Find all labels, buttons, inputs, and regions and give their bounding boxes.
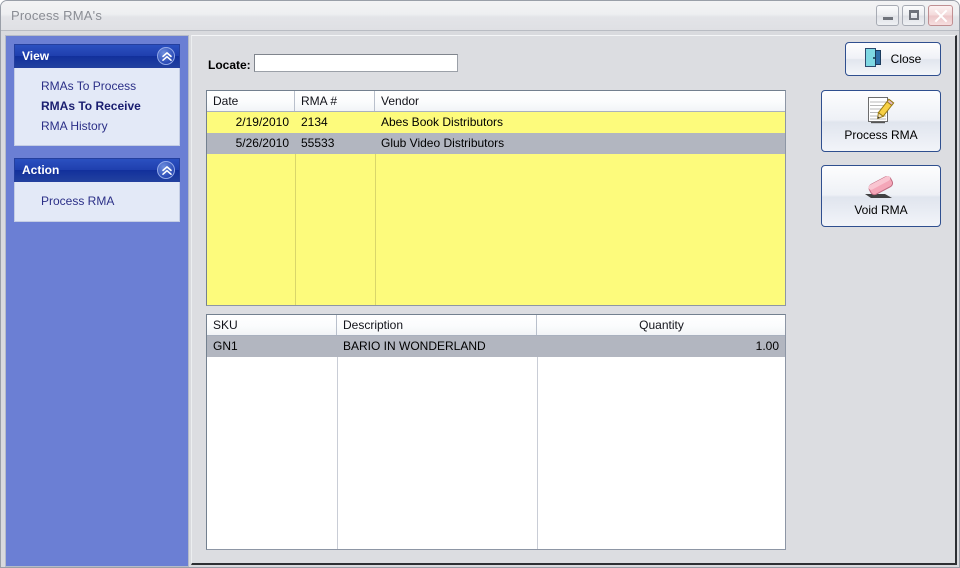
- table-row[interactable]: 2/19/2010 2134 Abes Book Distributors: [207, 112, 785, 133]
- panel-title-action: Action: [22, 163, 60, 177]
- locate-input[interactable]: [254, 54, 458, 72]
- void-rma-button[interactable]: Void RMA: [821, 165, 941, 227]
- panel-header-view[interactable]: View: [14, 44, 180, 68]
- cell-vendor: Glub Video Distributors: [381, 136, 505, 150]
- sidebar: View RMAs To Process RMAs To Receive RMA…: [5, 35, 189, 567]
- cell-sku: GN1: [213, 339, 238, 353]
- close-window-button[interactable]: [928, 5, 953, 26]
- column-header-sku[interactable]: SKU: [207, 315, 337, 335]
- items-grid-header: SKU Description Quantity: [207, 315, 785, 336]
- sidebar-panel-view: View RMAs To Process RMAs To Receive RMA…: [14, 44, 180, 146]
- cell-vendor: Abes Book Distributors: [381, 115, 504, 129]
- sidebar-item-process-rma[interactable]: Process RMA: [15, 191, 179, 211]
- column-divider: [295, 154, 296, 305]
- minimize-icon: [883, 17, 893, 20]
- rma-grid-header: Date RMA # Vendor: [207, 91, 785, 112]
- notepad-pencil-icon: [822, 95, 940, 127]
- process-rma-button-label: Process RMA: [844, 128, 918, 142]
- rma-grid[interactable]: Date RMA # Vendor 2/19/2010 2134 Abes Bo…: [206, 90, 786, 306]
- sidebar-item-rmas-to-receive[interactable]: RMAs To Receive: [15, 96, 179, 116]
- cell-date: 2/19/2010: [235, 115, 289, 129]
- rma-grid-body: 2/19/2010 2134 Abes Book Distributors 5/…: [207, 112, 785, 305]
- window-title: Process RMA's: [11, 8, 103, 23]
- column-divider: [537, 357, 538, 549]
- items-grid[interactable]: SKU Description Quantity GN1 BARIO IN WO…: [206, 314, 786, 550]
- application-window: Process RMA's View RMAs To Process RMAs …: [0, 0, 960, 568]
- sidebar-item-rma-history[interactable]: RMA History: [15, 116, 179, 136]
- sidebar-panel-action: Action Process RMA: [14, 158, 180, 222]
- column-header-description[interactable]: Description: [337, 315, 537, 335]
- panel-title-view: View: [22, 49, 50, 63]
- column-header-date[interactable]: Date: [207, 91, 295, 111]
- void-rma-button-label: Void RMA: [854, 203, 908, 217]
- process-rma-button[interactable]: Process RMA: [821, 90, 941, 152]
- column-header-quantity[interactable]: Quantity: [537, 315, 785, 335]
- window-client-area: View RMAs To Process RMAs To Receive RMA…: [2, 32, 960, 568]
- chevron-double-up-icon[interactable]: [157, 47, 175, 65]
- items-grid-empty-area[interactable]: [207, 357, 785, 549]
- sidebar-item-rmas-to-process[interactable]: RMAs To Process: [15, 76, 179, 96]
- title-bar: Process RMA's: [1, 1, 959, 31]
- close-button-label: Close: [890, 52, 922, 66]
- chevron-double-up-icon[interactable]: [157, 161, 175, 179]
- cell-rma-number: 2134: [301, 115, 328, 129]
- main-content: Locate: Close Date RMA # Vendor 2/19/201…: [191, 35, 957, 565]
- column-divider: [337, 357, 338, 549]
- cell-date: 5/26/2010: [235, 136, 289, 150]
- table-row[interactable]: 5/26/2010 55533 Glub Video Distributors: [207, 133, 785, 154]
- exit-door-icon: [864, 48, 882, 70]
- window-controls: [876, 5, 953, 26]
- maximize-icon: [909, 10, 919, 20]
- column-header-vendor[interactable]: Vendor: [375, 91, 785, 111]
- eraser-icon: [822, 170, 940, 202]
- rma-grid-empty-area[interactable]: [207, 154, 785, 305]
- cell-quantity: 1.00: [755, 339, 779, 353]
- column-divider: [375, 154, 376, 305]
- close-button[interactable]: Close: [845, 42, 941, 76]
- cell-rma-number: 55533: [301, 136, 335, 150]
- panel-body-view: RMAs To Process RMAs To Receive RMA Hist…: [14, 68, 180, 146]
- locate-label: Locate:: [208, 58, 251, 72]
- panel-header-action[interactable]: Action: [14, 158, 180, 182]
- maximize-button[interactable]: [902, 5, 925, 26]
- column-header-rma-number[interactable]: RMA #: [295, 91, 375, 111]
- table-row[interactable]: GN1 BARIO IN WONDERLAND 1.00: [207, 336, 785, 357]
- cell-description: BARIO IN WONDERLAND: [343, 339, 486, 353]
- minimize-button[interactable]: [876, 5, 899, 26]
- panel-body-action: Process RMA: [14, 182, 180, 222]
- items-grid-body: GN1 BARIO IN WONDERLAND 1.00: [207, 336, 785, 549]
